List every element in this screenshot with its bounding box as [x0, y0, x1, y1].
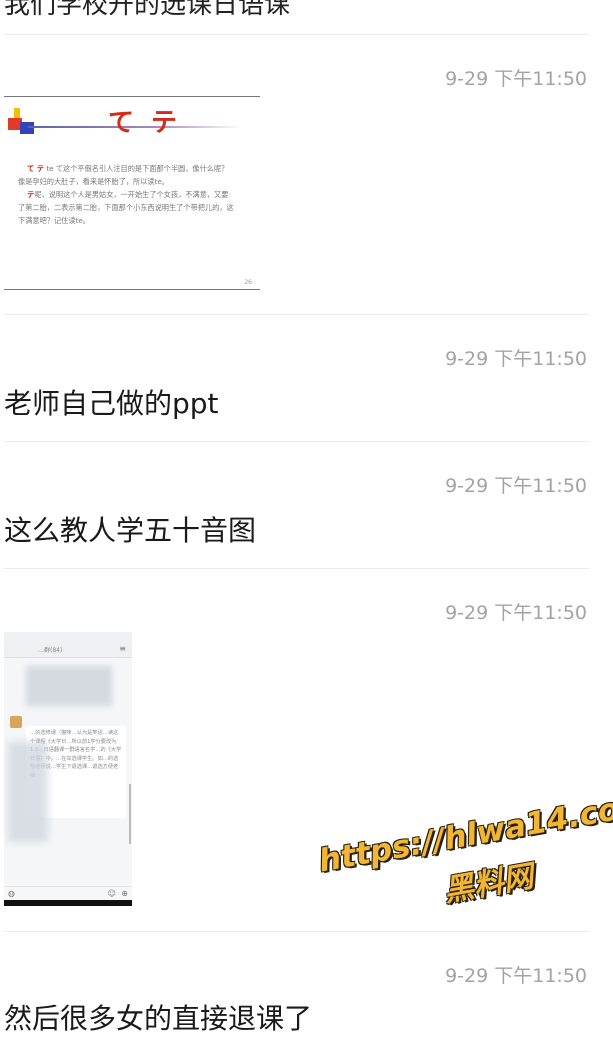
menu-icon: ≡ [119, 644, 126, 653]
phone-chat-title: …群(84) [38, 647, 63, 654]
phone-app-bar: …群(84) ≡ [4, 642, 132, 658]
post-text: 老师自己做的ppt [4, 387, 219, 420]
ppt-slide-image[interactable]: て テ て テ te て这个平假名引人注目的是下面那个半圆，像什么呢？ 像是孕妇… [4, 96, 260, 290]
slide-line: te て这个平假名引人注目的是下面那个半圆，像什么呢？ [46, 164, 229, 173]
phone-scrollbar [129, 784, 131, 844]
avatar [10, 716, 22, 728]
slide-decoration-blocks [8, 108, 40, 136]
phone-status-bar [4, 632, 132, 642]
watermark-brand: 黑料网 [441, 859, 536, 910]
plus-icon: ⊕ [121, 889, 128, 898]
slide-bottom-border [4, 289, 260, 290]
slide-line: 下满意吧？记住读te。 [18, 216, 90, 225]
slide-line: 了第二胎，二表示第二胎，下面那个小东西说明生了个带把儿的，这 [18, 203, 234, 212]
divider [4, 441, 589, 442]
slide-body-text: て テ te て这个平假名引人注目的是下面那个半圆，像什么呢？ 像是孕妇的大肚子… [18, 162, 254, 227]
watermark: https://hlwa14.com 黑料网 [316, 786, 613, 933]
post-text: 这么教人学五十音图 [4, 514, 257, 547]
divider [4, 34, 589, 35]
partial-message-text: 我们学校开的选课日语课 [4, 0, 291, 20]
slide-line: 呢，说明这个人是男姑女，一开始生了个女孩，不满意，又要 [34, 190, 229, 199]
slide-kana-title: て テ [108, 108, 182, 138]
slide-line: 像是孕妇的大肚子，看来是怀胎了，所以读te。 [18, 177, 169, 186]
slide-kana: て テ [27, 164, 45, 173]
microphone-icon: ◍ [8, 889, 15, 898]
post-timestamp: 9-29 下午11:50 [445, 475, 587, 497]
slide-page-number: 26 [244, 279, 252, 286]
post-timestamp: 9-29 下午11:50 [445, 965, 587, 987]
slide-top-border [4, 96, 260, 97]
post-timestamp: 9-29 下午11:50 [445, 348, 587, 370]
post-timestamp: 9-29 下午11:50 [445, 602, 587, 624]
divider [4, 314, 589, 315]
chat-screenshot-image[interactable]: …群(84) ≡ …的选修课（猫咪…认为是笑话…读这个课程《大学日…所以前1学分… [4, 632, 132, 906]
message-feed: 我们学校开的选课日语课 9-29 下午11:50 て テ て テ te て这个平… [0, 0, 613, 1048]
blurred-region [8, 742, 48, 842]
post-timestamp: 9-29 下午11:50 [445, 68, 587, 90]
divider [4, 931, 589, 932]
emoji-icon: ☺ [107, 889, 116, 898]
divider [4, 568, 589, 569]
blurred-region [26, 666, 112, 706]
phone-nav-bar [4, 900, 132, 906]
phone-input-bar: ◍ ☺ ⊕ [4, 886, 132, 900]
post-text: 然后很多女的直接退课了 [4, 1002, 313, 1035]
